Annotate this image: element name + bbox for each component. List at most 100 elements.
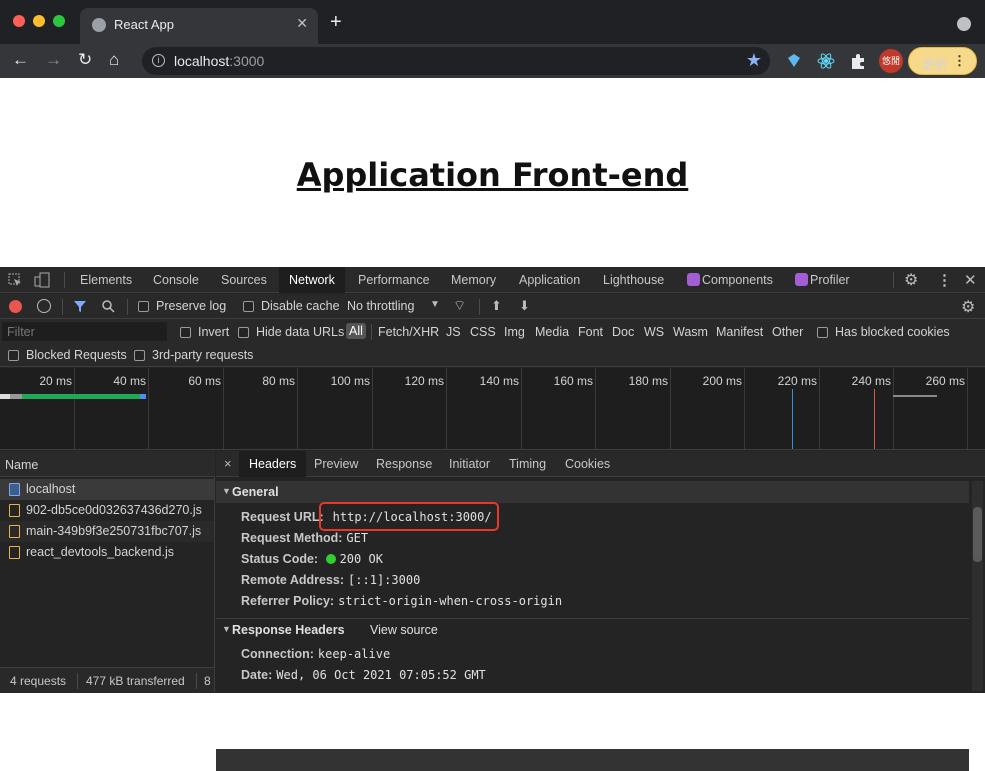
view-source-link[interactable]: View source <box>370 623 438 637</box>
third-party-checkbox[interactable] <box>134 350 145 361</box>
tab-preview[interactable]: Preview <box>314 457 358 471</box>
filter-type-js[interactable]: JS <box>446 325 461 339</box>
record-icon[interactable] <box>9 300 22 313</box>
settings-gear-icon[interactable]: ⚙ <box>904 270 918 290</box>
browser-tab[interactable]: React App ✕ <box>80 8 318 44</box>
scrollbar-thumb[interactable] <box>973 507 982 562</box>
kebab-menu-icon[interactable]: ⋮ <box>937 271 952 289</box>
request-row-main-js[interactable]: main-349b9f3e250731fbc707.js <box>0 521 214 542</box>
status-ok-dot-icon <box>325 554 336 564</box>
separator <box>479 299 480 315</box>
tab-headers[interactable]: Headers <box>239 451 307 477</box>
tab-cookies[interactable]: Cookies <box>565 457 610 471</box>
filter-funnel-icon[interactable] <box>73 299 87 313</box>
disable-cache-checkbox[interactable] <box>243 301 254 312</box>
tab-application[interactable]: Application <box>519 273 580 287</box>
gem-extension-icon[interactable] <box>785 52 803 70</box>
filter-type-ws[interactable]: WS <box>644 325 664 339</box>
filter-type-font[interactable]: Font <box>578 325 603 339</box>
tab-memory[interactable]: Memory <box>451 273 496 287</box>
filter-type-fetch-xhr[interactable]: Fetch/XHR <box>378 325 439 339</box>
more-menu-icon[interactable]: ⋮ <box>953 53 966 69</box>
tab-close-icon[interactable]: ✕ <box>296 15 308 32</box>
close-window-button[interactable] <box>13 15 25 27</box>
forward-arrow-icon[interactable]: → <box>45 50 62 70</box>
back-arrow-icon[interactable]: ← <box>12 50 29 70</box>
preserve-log-checkbox[interactable] <box>138 301 149 312</box>
react-devtools-icon[interactable] <box>817 52 835 70</box>
has-blocked-cookies-checkbox[interactable] <box>817 327 828 338</box>
tab-network[interactable]: Network <box>279 267 345 293</box>
gridline <box>446 368 447 449</box>
network-conditions-icon[interactable]: ⌔ <box>453 297 466 315</box>
site-info-icon[interactable]: i <box>152 54 165 67</box>
tab-search-icon[interactable] <box>957 17 971 31</box>
home-icon[interactable]: ⌂ <box>109 50 119 70</box>
tab-elements[interactable]: Elements <box>80 273 132 287</box>
filter-type-wasm[interactable]: Wasm <box>673 325 708 339</box>
inspect-element-icon[interactable] <box>8 273 22 287</box>
general-section-header[interactable]: ▼ General <box>216 481 969 503</box>
address-bar[interactable]: i localhost:3000 ★ <box>142 47 770 75</box>
throttling-select[interactable]: No throttling <box>347 299 414 313</box>
filter-type-doc[interactable]: Doc <box>612 325 634 339</box>
tab-components[interactable]: Components <box>702 273 773 287</box>
request-row-react-devtools[interactable]: react_devtools_backend.js <box>0 542 214 563</box>
filter-type-img[interactable]: Img <box>504 325 525 339</box>
reload-icon[interactable]: ↻ <box>78 50 92 70</box>
gridline <box>893 368 894 449</box>
export-har-icon[interactable]: ⬇ <box>519 298 530 314</box>
separator <box>64 272 65 288</box>
request-row-localhost[interactable]: localhost <box>0 479 214 500</box>
tab-console[interactable]: Console <box>153 273 199 287</box>
device-toolbar-icon[interactable] <box>34 272 50 288</box>
extensions-puzzle-icon[interactable] <box>849 52 867 70</box>
tab-lighthouse[interactable]: Lighthouse <box>603 273 664 287</box>
filter-type-manifest[interactable]: Manifest <box>716 325 763 339</box>
timeline-tick: 240 ms <box>851 374 891 388</box>
network-settings-gear-icon[interactable]: ⚙ <box>961 297 975 317</box>
hide-data-urls-checkbox[interactable] <box>238 327 249 338</box>
bookmark-star-icon[interactable]: ★ <box>746 50 762 71</box>
timeline-tick: 20 ms <box>39 374 72 388</box>
url-text: localhost:3000 <box>174 53 265 69</box>
blocked-requests-checkbox[interactable] <box>8 350 19 361</box>
separator <box>77 673 78 689</box>
tab-response[interactable]: Response <box>376 457 432 471</box>
tab-performance[interactable]: Performance <box>358 273 430 287</box>
tab-timing[interactable]: Timing <box>509 457 546 471</box>
request-row-902-js[interactable]: 902-db5ce0d032637436d270.js <box>0 500 214 521</box>
clear-icon[interactable] <box>37 299 51 313</box>
new-tab-button[interactable]: + <box>330 12 342 32</box>
general-section-header[interactable] <box>216 749 969 771</box>
search-icon[interactable] <box>101 299 115 313</box>
detail-scrollbar[interactable] <box>972 481 983 691</box>
header-row-referrer-policy: Referrer Policy: strict-origin-when-cross… <box>241 594 563 608</box>
timeline-tick: 40 ms <box>113 374 146 388</box>
close-devtools-icon[interactable]: ✕ <box>964 271 977 289</box>
minimize-window-button[interactable] <box>33 15 45 27</box>
update-button[interactable]: 更新 ⋮ <box>908 47 977 75</box>
devtools-panel: Elements Console Sources Network Perform… <box>0 267 985 771</box>
response-headers-section-header[interactable]: ▼ Response Headers View source <box>216 618 969 640</box>
tab-initiator[interactable]: Initiator <box>449 457 490 471</box>
filter-type-other[interactable]: Other <box>772 325 803 339</box>
close-detail-icon[interactable]: × <box>224 456 232 471</box>
filter-input[interactable] <box>2 322 167 341</box>
import-har-icon[interactable]: ⬆ <box>491 298 502 314</box>
zoom-window-button[interactable] <box>53 15 65 27</box>
globe-icon <box>92 18 106 32</box>
filter-type-all[interactable]: All <box>346 323 366 339</box>
filter-type-media[interactable]: Media <box>535 325 569 339</box>
profile-avatar[interactable]: 悠閒 <box>879 49 903 73</box>
gridline <box>670 368 671 449</box>
filter-type-css[interactable]: CSS <box>470 325 496 339</box>
invert-checkbox[interactable] <box>180 327 191 338</box>
tab-sources[interactable]: Sources <box>221 273 267 287</box>
separator <box>893 272 894 288</box>
tab-profiler[interactable]: Profiler <box>810 273 850 287</box>
transferred-size: 477 kB transferred <box>86 674 185 688</box>
detail-tab-bar: × Headers Preview Response Initiator Tim… <box>216 451 985 477</box>
name-column-header[interactable]: Name <box>0 451 215 477</box>
network-overview-timeline[interactable]: 20 ms 40 ms 60 ms 80 ms 100 ms 120 ms 14… <box>0 368 985 450</box>
